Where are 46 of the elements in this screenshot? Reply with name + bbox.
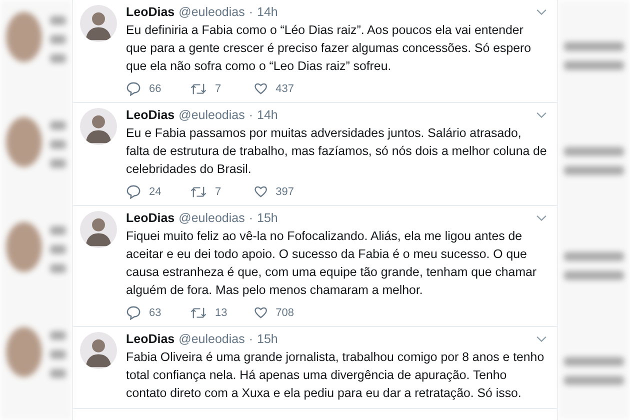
tweet-time[interactable]: 14h (257, 108, 278, 123)
separator-dot: · (248, 211, 254, 226)
like-count: 437 (276, 82, 294, 94)
tweet-time[interactable]: 15h (257, 332, 278, 347)
user-name[interactable]: LeoDias (126, 5, 175, 20)
tweet-time[interactable]: 15h (257, 211, 278, 226)
reply-count: 63 (149, 306, 162, 318)
caret-icon[interactable] (536, 9, 547, 16)
reply-icon[interactable] (126, 81, 141, 96)
reply-count: 24 (149, 186, 162, 198)
heart-icon[interactable] (254, 81, 268, 96)
like-count: 708 (276, 306, 294, 318)
separator-dot: · (248, 108, 254, 123)
tweet-text: Fabia Oliveira é uma grande jornalista, trabalhou comigo por 8 anos e tenho total confiança nela. Há apenas uma divergência de apuração. Tenho contato direto com a Xuxa e ela pediu para eu dar a retratação. Só isso. (126, 349, 546, 402)
reply-count: 66 (149, 82, 162, 94)
avatar-icon[interactable] (80, 332, 117, 369)
separator-dot: · (248, 5, 254, 20)
retweet-icon[interactable] (190, 82, 207, 96)
retweet-icon[interactable] (190, 306, 207, 320)
user-handle[interactable]: @euleodias (178, 108, 245, 123)
caret-icon[interactable] (536, 215, 547, 222)
retweet-count: 7 (215, 186, 222, 198)
like-count: 397 (276, 186, 294, 198)
avatar-icon[interactable] (80, 211, 117, 248)
caret-icon[interactable] (536, 112, 547, 119)
tweet-time[interactable]: 14h (257, 5, 278, 20)
heart-icon[interactable] (254, 184, 268, 199)
avatar-icon[interactable] (80, 108, 117, 145)
user-name[interactable]: LeoDias (126, 332, 175, 347)
tweet-text: Eu e Fabia passamos por muitas adversidades juntos. Salário atrasado, falta de estrutura de trabalho, mas fazíamos, só nós dois a melhor coluna de celebridades do Brasil. (126, 125, 547, 178)
tweet-text: Eu definiria a Fabia como o “Léo Dias raiz”. Aos poucos ela vai entender que para a gente crescer é preciso fazer algumas concessões. Só espero que ela não sofra como o “Leo Dias raiz” sofreu. (126, 22, 532, 75)
reply-icon[interactable] (126, 305, 141, 320)
caret-icon[interactable] (536, 336, 547, 343)
user-handle[interactable]: @euleodias (178, 5, 245, 20)
retweet-count: 13 (215, 306, 228, 318)
user-name[interactable]: LeoDias (126, 108, 175, 123)
retweet-count: 7 (215, 82, 222, 94)
heart-icon[interactable] (254, 305, 268, 320)
tweet-text: Fiquei muito feliz ao vê-la no Fofocalizando. Aliás, ela me ligou antes de aceitar e eu dei todo apoio. O sucesso da Fabia é o meu sucesso. O que causa estranheza é que, com uma equipe tão grande, tenham que chamar alguém de fora. Mas pelo menos chamaram a melhor. (126, 228, 538, 299)
avatar-icon[interactable] (80, 5, 117, 42)
user-handle[interactable]: @euleodias (178, 332, 245, 347)
user-handle[interactable]: @euleodias (178, 211, 245, 226)
separator-dot: · (248, 332, 254, 347)
reply-icon[interactable] (126, 184, 141, 199)
user-name[interactable]: LeoDias (126, 211, 175, 226)
retweet-icon[interactable] (190, 184, 207, 198)
